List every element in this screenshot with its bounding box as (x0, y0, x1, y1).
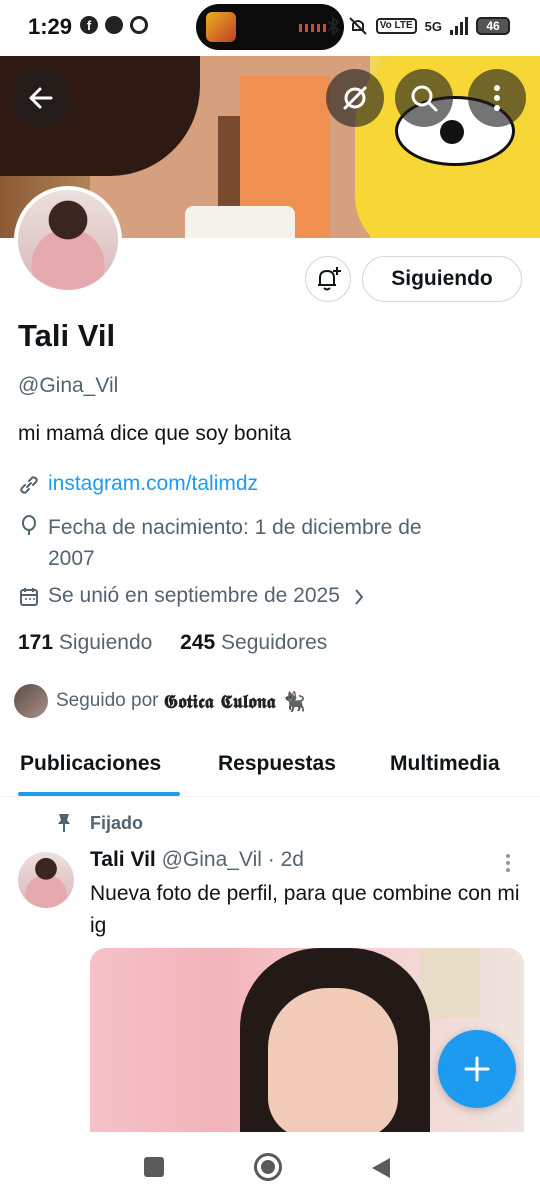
back-button[interactable] (12, 69, 70, 127)
post-header: Tali Vil @Gina_Vil · 2d (90, 848, 304, 872)
following-button[interactable]: Siguiendo (362, 256, 522, 302)
volte-badge: Vo LTE (375, 18, 417, 34)
home-button[interactable] (254, 1153, 282, 1181)
tab-media[interactable]: Multimedia (390, 752, 500, 776)
tab-replies[interactable]: Respuestas (218, 752, 336, 776)
network-label: 5G (424, 18, 442, 34)
calendar-icon (20, 588, 38, 606)
followers-count-link[interactable]: 245 Seguidores (180, 631, 327, 654)
joined-row[interactable]: Se unió en septiembre de 2025 (18, 584, 366, 608)
birthdate-line-1: Fecha de nacimiento: 1 de diciembre de (48, 516, 422, 539)
followed-by-name: 𝕲𝖔𝖙𝖎𝖈𝖆 𝕮𝖚𝖑𝖔𝖓𝖆 🐈‍⬛ (163, 690, 306, 713)
post-author-handle: @Gina_Vil (161, 848, 262, 871)
status-system-icons: Vo LTE 5G 46 (326, 16, 510, 36)
birthdate-row: Fecha de nacimiento: 1 de diciembre de 2… (18, 512, 422, 574)
chevron-right-icon (355, 589, 364, 605)
follower-avatar (14, 684, 48, 718)
bell-plus-icon (318, 267, 341, 291)
recents-button[interactable] (144, 1157, 164, 1177)
notifications-button[interactable] (305, 256, 351, 302)
battery-icon: 46 (476, 17, 510, 35)
follow-counts: 171 Siguiendo 245 Seguidores (18, 631, 327, 655)
active-tab-indicator (18, 792, 180, 796)
more-button[interactable] (468, 69, 526, 127)
website-link[interactable]: instagram.com/talimdz (48, 472, 258, 496)
search-button[interactable] (395, 69, 453, 127)
post-time: · 2d (267, 848, 304, 871)
birthdate-text: Fecha de nacimiento: 1 de diciembre de 2… (48, 512, 422, 574)
followed-by-prefix: Seguido por (56, 690, 159, 711)
display-name: Tali Vil (18, 318, 116, 353)
more-vertical-icon (506, 854, 510, 872)
signal-icon (450, 17, 468, 35)
followers-count: 245 (180, 631, 216, 654)
audio-wave-icon (299, 24, 326, 32)
dynamic-island[interactable] (196, 4, 344, 50)
profile-avatar[interactable] (14, 186, 122, 294)
birthdate-line-2: 2007 (48, 547, 95, 570)
following-label: Siguiendo (58, 631, 153, 654)
app-notification-icon (105, 16, 123, 34)
image-face (268, 988, 398, 1132)
pinned-label: Fijado (90, 812, 143, 833)
image-background-shelf (420, 948, 480, 1018)
ring-notification-icon (130, 16, 148, 34)
banner-cup (185, 206, 295, 238)
back-triangle-icon[interactable] (370, 1156, 392, 1180)
pin-icon (58, 814, 70, 832)
joined-text: Se unió en septiembre de 2025 (48, 584, 340, 607)
link-icon (20, 476, 38, 494)
post-author-name[interactable]: Tali Vil (90, 848, 156, 871)
plus-icon (464, 1056, 490, 1082)
grok-button[interactable] (326, 69, 384, 127)
bluetooth-icon (327, 16, 340, 36)
banner-pupil (440, 120, 464, 144)
system-navigation-bar (0, 1132, 540, 1200)
search-icon (411, 85, 438, 112)
mute-icon (348, 17, 367, 35)
media-thumbnail (206, 12, 236, 42)
post-more-button[interactable] (504, 852, 512, 879)
compose-button[interactable] (438, 1030, 516, 1108)
bio: mi mamá dice que soy bonita (18, 422, 292, 445)
status-time: 1:29 (28, 14, 73, 39)
tab-posts[interactable]: Publicaciones (20, 752, 161, 776)
website-row: instagram.com/talimdz (18, 472, 258, 496)
followers-label: Seguidores (221, 631, 328, 654)
more-vertical-icon (494, 85, 500, 111)
post-text: Nueva foto de perfil, para que combine c… (90, 882, 520, 937)
following-count-link[interactable]: 171 Siguiendo (18, 631, 152, 654)
circle-slash-icon (343, 86, 367, 110)
status-notification-icons: f (80, 16, 148, 34)
arrow-left-icon (29, 87, 53, 109)
balloon-icon (22, 515, 36, 535)
followed-by-row[interactable]: Seguido por 𝕲𝖔𝖙𝖎𝖈𝖆 𝕮𝖚𝖑𝖔𝖓𝖆 🐈‍⬛ (14, 684, 306, 718)
status-bar: 1:29 f Vo LTE 5G 46 (0, 0, 540, 56)
following-count: 171 (18, 631, 54, 654)
profile-tabs: Publicaciones Respuestas Multimedia (0, 740, 540, 797)
user-handle: @Gina_Vil (18, 374, 119, 397)
facebook-icon: f (80, 16, 98, 34)
post-author-avatar[interactable] (18, 852, 74, 908)
pinned-label-row: Fijado (54, 812, 143, 834)
